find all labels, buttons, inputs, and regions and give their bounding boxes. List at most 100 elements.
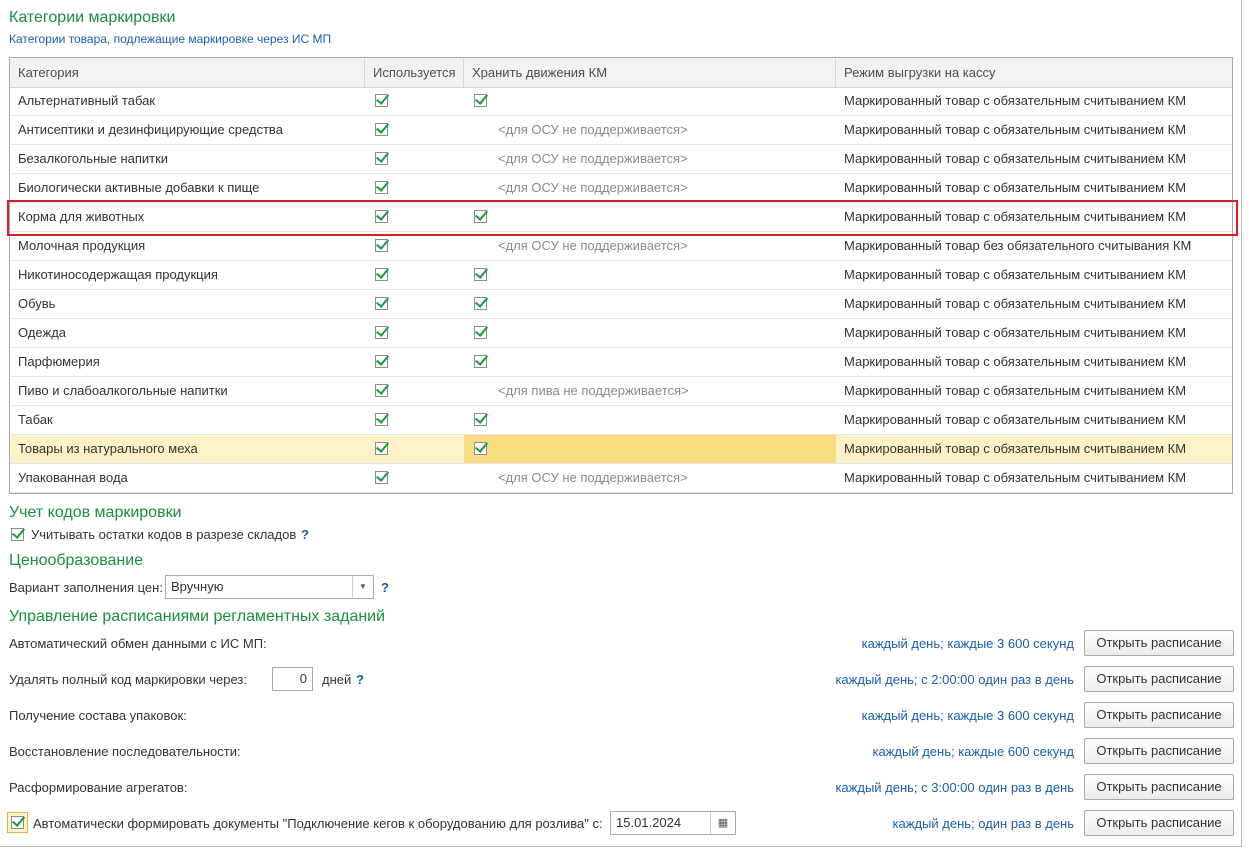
used-checkbox[interactable] xyxy=(375,181,388,195)
store-km-checkbox[interactable] xyxy=(474,297,487,311)
fill-variant-select[interactable]: Вручную ▼ xyxy=(165,575,374,599)
used-cell[interactable] xyxy=(365,145,464,173)
category-cell[interactable]: Одежда xyxy=(10,319,365,347)
category-cell[interactable]: Табак xyxy=(10,406,365,434)
store-km-checkbox[interactable] xyxy=(474,94,487,108)
table-row[interactable]: Обувь Маркированный товар с обязательным … xyxy=(10,290,1232,319)
store-km-cell[interactable] xyxy=(464,348,836,376)
mode-cell[interactable]: Маркированный товар с обязательным считы… xyxy=(836,435,1232,463)
category-cell[interactable]: Парфюмерия xyxy=(10,348,365,376)
store-km-cell[interactable] xyxy=(464,290,836,318)
schedule-link-exchange[interactable]: каждый день; каждые 3 600 секунд xyxy=(862,636,1074,651)
store-km-cell[interactable]: <для ОСУ не поддерживается> xyxy=(464,464,836,492)
mode-cell[interactable]: Маркированный товар с обязательным считы… xyxy=(836,174,1232,202)
calendar-icon[interactable]: ▦ xyxy=(710,812,735,834)
schedule-link-delete-code[interactable]: каждый день; с 2:00:00 один раз в день xyxy=(835,672,1074,687)
store-km-cell[interactable] xyxy=(464,261,836,289)
column-header-mode[interactable]: Режим выгрузки на кассу xyxy=(836,58,1232,87)
mode-cell[interactable]: Маркированный товар с обязательным считы… xyxy=(836,290,1232,318)
schedule-link-aggregates[interactable]: каждый день; с 3:00:00 один раз в день xyxy=(835,780,1074,795)
used-checkbox[interactable] xyxy=(375,384,388,398)
used-cell[interactable] xyxy=(365,348,464,376)
used-cell[interactable] xyxy=(365,406,464,434)
used-checkbox[interactable] xyxy=(375,123,388,137)
store-km-cell[interactable]: <для ОСУ не поддерживается> xyxy=(464,232,836,260)
delete-days-input[interactable]: 0 xyxy=(272,667,313,691)
store-km-cell[interactable]: <для ОСУ не поддерживается> xyxy=(464,174,836,202)
category-cell[interactable]: Пиво и слабоалкогольные напитки xyxy=(10,377,365,405)
mode-cell[interactable]: Маркированный товар с обязательным считы… xyxy=(836,348,1232,376)
used-checkbox[interactable] xyxy=(375,471,388,485)
category-cell[interactable]: Безалкогольные напитки xyxy=(10,145,365,173)
mode-cell[interactable]: Маркированный товар с обязательным считы… xyxy=(836,261,1232,289)
store-km-checkbox[interactable] xyxy=(474,442,487,456)
checkmark-icon[interactable] xyxy=(11,816,24,829)
column-header-store-km[interactable]: Хранить движения КМ xyxy=(464,58,836,87)
mode-cell[interactable]: Маркированный товар с обязательным считы… xyxy=(836,116,1232,144)
table-row[interactable]: Парфюмерия Маркированный товар с обязател… xyxy=(10,348,1232,377)
used-checkbox[interactable] xyxy=(375,152,388,166)
table-row[interactable]: Товары из натурального меха Маркированный… xyxy=(10,435,1232,464)
mode-cell[interactable]: Маркированный товар с обязательным считы… xyxy=(836,145,1232,173)
store-km-checkbox[interactable] xyxy=(474,268,487,282)
open-schedule-button-exchange[interactable]: Открыть расписание xyxy=(1084,630,1234,656)
column-header-used[interactable]: Используется xyxy=(365,58,464,87)
used-cell[interactable] xyxy=(365,377,464,405)
mode-cell[interactable]: Маркированный товар без обязательного сч… xyxy=(836,232,1232,260)
table-row[interactable]: Альтернативный табак Маркированный товар … xyxy=(10,87,1232,116)
used-checkbox[interactable] xyxy=(375,297,388,311)
table-row[interactable]: Антисептики и дезинфицирующие средства <д… xyxy=(10,116,1232,145)
used-cell[interactable] xyxy=(365,116,464,144)
store-km-checkbox[interactable] xyxy=(474,326,487,340)
used-cell[interactable] xyxy=(365,174,464,202)
category-cell[interactable]: Упакованная вода xyxy=(10,464,365,492)
mode-cell[interactable]: Маркированный товар с обязательным считы… xyxy=(836,464,1232,492)
category-cell[interactable]: Товары из натурального меха xyxy=(10,435,365,463)
used-checkbox[interactable] xyxy=(375,94,388,108)
mode-cell[interactable]: Маркированный товар с обязательным считы… xyxy=(836,319,1232,347)
store-km-cell[interactable] xyxy=(464,319,836,347)
kegs-checkbox[interactable] xyxy=(7,812,28,833)
table-row[interactable]: Упакованная вода <для ОСУ не поддерживает… xyxy=(10,464,1232,493)
mode-cell[interactable]: Маркированный товар с обязательным считы… xyxy=(836,87,1232,115)
used-checkbox[interactable] xyxy=(375,355,388,369)
table-row[interactable]: Безалкогольные напитки <для ОСУ не поддер… xyxy=(10,145,1232,174)
store-km-cell[interactable]: <для ОСУ не поддерживается> xyxy=(464,145,836,173)
store-km-cell[interactable]: <для ОСУ не поддерживается> xyxy=(464,116,836,144)
table-row[interactable]: Табак Маркированный товар с обязательным … xyxy=(10,406,1232,435)
table-row[interactable]: Никотиносодержащая продукция Маркированны… xyxy=(10,261,1232,290)
used-checkbox[interactable] xyxy=(375,442,388,456)
store-km-checkbox[interactable] xyxy=(474,355,487,369)
kegs-date-input[interactable]: 15.01.2024 ▦ xyxy=(610,811,736,835)
store-km-cell[interactable] xyxy=(464,87,836,115)
schedule-label-kegs[interactable]: Автоматически формировать документы "Под… xyxy=(33,816,603,831)
used-cell[interactable] xyxy=(365,232,464,260)
column-header-category[interactable]: Категория xyxy=(10,58,365,87)
used-cell[interactable] xyxy=(365,435,464,463)
used-checkbox[interactable] xyxy=(375,326,388,340)
mode-cell[interactable]: Маркированный товар с обязательным считы… xyxy=(836,406,1232,434)
used-cell[interactable] xyxy=(365,261,464,289)
open-schedule-button-delete-code[interactable]: Открыть расписание xyxy=(1084,666,1234,692)
table-row[interactable]: Молочная продукция <для ОСУ не поддержива… xyxy=(10,232,1232,261)
category-cell[interactable]: Биологически активные добавки к пище xyxy=(10,174,365,202)
store-km-checkbox[interactable] xyxy=(474,413,487,427)
category-cell[interactable]: Никотиносодержащая продукция xyxy=(10,261,365,289)
used-cell[interactable] xyxy=(365,290,464,318)
store-km-cell[interactable]: <для пива не поддерживается> xyxy=(464,377,836,405)
open-schedule-button-kegs[interactable]: Открыть расписание xyxy=(1084,810,1234,836)
used-cell[interactable] xyxy=(365,464,464,492)
table-row[interactable]: Пиво и слабоалкогольные напитки <для пива… xyxy=(10,377,1232,406)
warehouse-checkbox[interactable] xyxy=(11,527,24,542)
store-km-cell[interactable] xyxy=(464,435,836,463)
schedule-link-packages[interactable]: каждый день; каждые 3 600 секунд xyxy=(862,708,1074,723)
delete-days-help-icon[interactable]: ? xyxy=(356,672,364,687)
category-cell[interactable]: Обувь xyxy=(10,290,365,318)
pricing-help-icon[interactable]: ? xyxy=(381,580,389,595)
open-schedule-button-sequence[interactable]: Открыть расписание xyxy=(1084,738,1234,764)
used-checkbox[interactable] xyxy=(375,413,388,427)
table-row[interactable]: Биологически активные добавки к пище <для… xyxy=(10,174,1232,203)
category-cell[interactable]: Молочная продукция xyxy=(10,232,365,260)
chevron-down-icon[interactable]: ▼ xyxy=(352,576,373,598)
open-schedule-button-aggregates[interactable]: Открыть расписание xyxy=(1084,774,1234,800)
